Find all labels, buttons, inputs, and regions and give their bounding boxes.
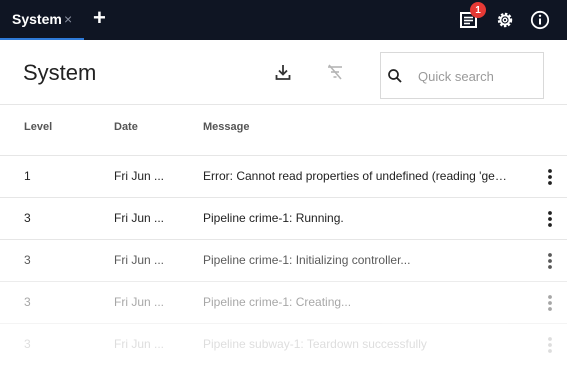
table-row[interactable]: 3 Fri Jun ... Pipeline crime-1: Running. [0,198,567,240]
search-icon [388,69,402,83]
top-bar: System × + 1 [0,0,567,40]
more-vertical-icon[interactable] [542,335,558,355]
more-vertical-icon[interactable] [542,209,558,229]
notification-badge: 1 [470,2,486,18]
message-cell: Pipeline crime-1: Creating... [203,295,352,309]
level-cell: 1 [24,169,31,183]
tab-system[interactable]: System × [0,0,84,40]
column-header-level[interactable]: Level [24,121,52,133]
date-cell: Fri Jun ... [114,211,165,225]
message-cell: Pipeline crime-1: Running. [203,211,344,225]
plus-icon[interactable]: + [93,7,113,29]
date-cell: Fri Jun ... [114,337,165,351]
table-row[interactable]: 1 Fri Jun ... Error: Cannot read propertie… [0,156,567,198]
column-header-date[interactable]: Date [114,121,138,133]
message-cell: Pipeline subway-1: Teardown successfully [203,337,427,351]
more-vertical-icon[interactable] [542,251,558,271]
level-cell: 3 [24,337,31,351]
table-row[interactable]: 3 Fri Jun ... Pipeline crime-1: Creating..… [0,282,567,324]
level-cell: 3 [24,211,31,225]
more-vertical-icon[interactable] [542,167,558,187]
message-cell: Error: Cannot read properties of undefin… [203,169,508,183]
level-cell: 3 [24,253,31,267]
level-cell: 3 [24,295,31,309]
info-icon[interactable] [530,10,550,30]
close-icon[interactable]: × [64,11,72,27]
date-cell: Fri Jun ... [114,253,165,267]
gear-icon[interactable] [495,10,515,30]
page-title: System [23,60,97,85]
message-cell: Pipeline crime-1: Initializing controlle… [203,253,411,267]
table-row[interactable]: 3 Fri Jun ... Pipeline subway-1: Teardown … [0,324,567,366]
more-vertical-icon[interactable] [542,293,558,313]
filter-off-icon[interactable] [326,63,344,81]
tab-label: System [12,11,62,27]
column-header-message[interactable]: Message [203,121,249,133]
header-divider [0,104,567,105]
date-cell: Fri Jun ... [114,295,165,309]
table-row[interactable]: 3 Fri Jun ... Pipeline crime-1: Initializi… [0,240,567,282]
search-input[interactable] [418,65,538,87]
date-cell: Fri Jun ... [114,169,165,183]
search-box[interactable] [380,52,544,99]
download-icon[interactable] [274,63,292,81]
